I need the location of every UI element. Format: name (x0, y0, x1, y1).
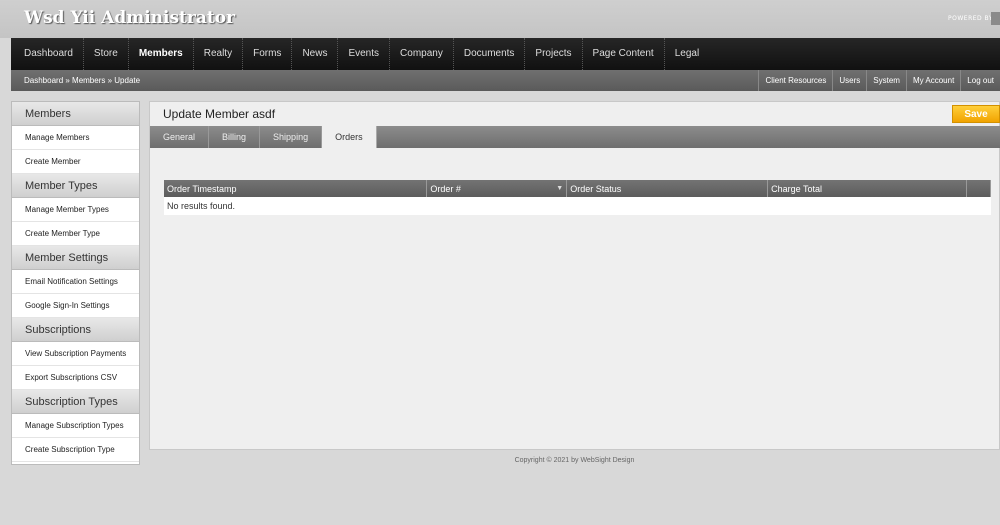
util-link-users[interactable]: Users (832, 70, 866, 91)
column-header-actions (966, 180, 992, 197)
app-title: Wsd Yii Administrator (24, 8, 236, 28)
sidebar-header-subscriptions: Subscriptions (12, 318, 139, 342)
tab-billing[interactable]: Billing (209, 126, 261, 148)
sidebar-header-subscription-types: Subscription Types (12, 390, 139, 414)
save-button[interactable]: Save (952, 105, 1000, 123)
sidebar-header-members: Members (12, 102, 139, 126)
nav-item-company[interactable]: Company (390, 38, 454, 70)
nav-item-members[interactable]: Members (129, 38, 194, 70)
tab-orders[interactable]: Orders (322, 126, 377, 148)
column-header-label: Order Status (570, 183, 622, 194)
sidebar-header-member-types: Member Types (12, 174, 139, 198)
util-link-system[interactable]: System (866, 70, 906, 91)
nav-item-projects[interactable]: Projects (525, 38, 583, 70)
orders-table: Order Timestamp Order # ▼ Order Status Ch… (164, 180, 992, 215)
sidebar-item-create-member-type[interactable]: Create Member Type (12, 222, 139, 246)
column-header-label: Charge Total (771, 183, 822, 194)
tab-shipping[interactable]: Shipping (260, 126, 323, 148)
nav-item-page-content[interactable]: Page Content (583, 38, 665, 70)
nav-item-events[interactable]: Events (338, 38, 391, 70)
nav-item-realty[interactable]: Realty (194, 38, 244, 70)
column-header-charge-total[interactable]: Charge Total (767, 180, 967, 197)
breadcrumb[interactable]: Dashboard » Members » Update (24, 70, 140, 91)
column-header-label: Order Timestamp (167, 183, 237, 194)
tab-general[interactable]: General (150, 126, 210, 148)
column-header-label: Order # (430, 183, 461, 194)
main-nav: Dashboard Store Members Realty Forms New… (11, 38, 1000, 70)
table-row: No results found. (164, 197, 991, 215)
nav-item-news[interactable]: News (292, 38, 339, 70)
util-link-client-resources[interactable]: Client Resources (758, 70, 832, 91)
header-bar: Wsd Yii Administrator POWERED BY (0, 0, 1000, 38)
empty-message: No results found. (164, 197, 991, 215)
sidebar-item-manage-members[interactable]: Manage Members (12, 126, 139, 150)
utility-nav: Client Resources Users System My Account… (758, 70, 1000, 91)
tab-bar: General Billing Shipping Orders (150, 126, 1000, 148)
column-header-order-status[interactable]: Order Status (566, 180, 769, 197)
sidebar-item-google-sign-in-settings[interactable]: Google Sign-In Settings (12, 294, 139, 318)
sidebar-item-create-member[interactable]: Create Member (12, 150, 139, 174)
table-header-row: Order Timestamp Order # ▼ Order Status Ch… (164, 180, 992, 197)
sort-desc-icon: ▼ (556, 184, 564, 192)
page-title: Update Member asdf (163, 107, 276, 121)
sidebar-item-manage-subscription-types[interactable]: Manage Subscription Types (12, 414, 139, 438)
nav-item-dashboard[interactable]: Dashboard (11, 38, 84, 70)
sidebar-header-member-settings: Member Settings (12, 246, 139, 270)
column-header-order-number[interactable]: Order # ▼ (426, 180, 568, 197)
util-link-my-account[interactable]: My Account (905, 70, 960, 91)
powered-by-logo (991, 12, 1000, 25)
sidebar: Members Manage Members Create Member Mem… (11, 101, 140, 465)
sidebar-item-manage-member-types[interactable]: Manage Member Types (12, 198, 139, 222)
powered-by-text: POWERED BY (948, 15, 994, 22)
sidebar-item-create-subscription-type[interactable]: Create Subscription Type (12, 438, 139, 462)
nav-item-legal[interactable]: Legal (665, 38, 709, 70)
sidebar-item-export-subscriptions-csv[interactable]: Export Subscriptions CSV (12, 366, 139, 390)
column-header-order-timestamp[interactable]: Order Timestamp (164, 180, 428, 197)
sidebar-item-email-notification-settings[interactable]: Email Notification Settings (12, 270, 139, 294)
nav-item-store[interactable]: Store (84, 38, 129, 70)
sub-nav: Dashboard » Members » Update Client Reso… (11, 70, 1000, 91)
footer-copyright: Copyright © 2021 by WebSight Design (514, 457, 635, 464)
nav-item-forms[interactable]: Forms (243, 38, 293, 70)
content-panel: Update Member asdf Save General Billing … (149, 101, 1000, 450)
util-link-log-out[interactable]: Log out (960, 70, 1000, 91)
nav-item-documents[interactable]: Documents (454, 38, 526, 70)
sidebar-item-view-subscription-payments[interactable]: View Subscription Payments (12, 342, 139, 366)
